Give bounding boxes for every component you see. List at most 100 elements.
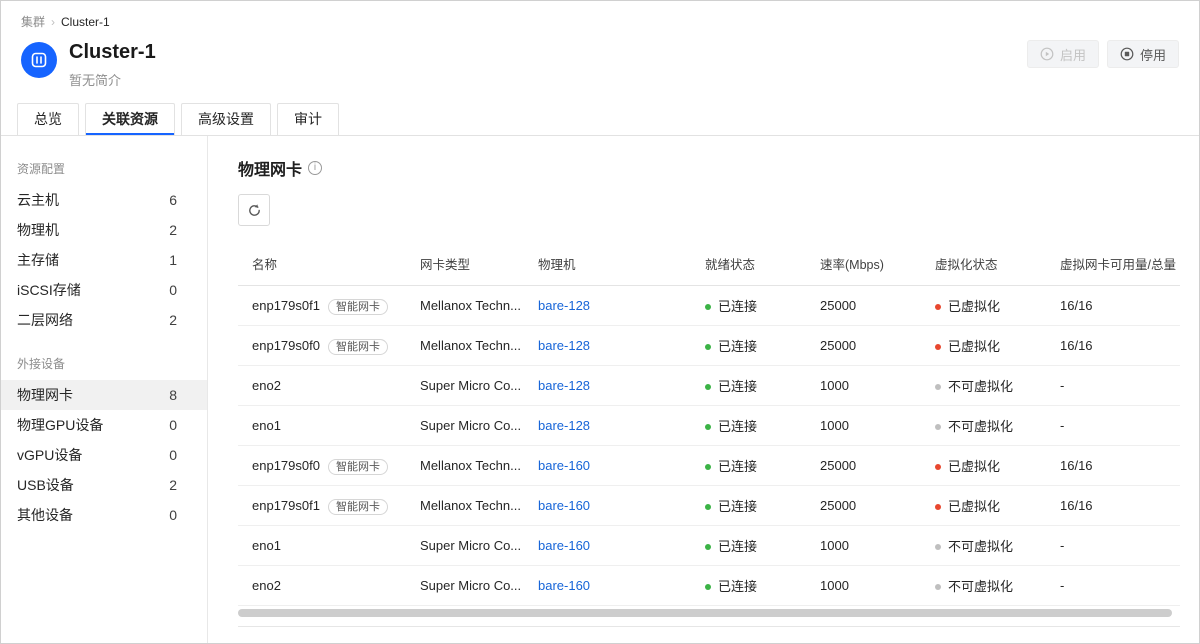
enable-button[interactable]: 启用 xyxy=(1027,40,1099,68)
sidebar-item-host[interactable]: 物理机 2 xyxy=(1,215,207,245)
nic-type: Mellanox Techn... xyxy=(406,286,524,326)
host-cell: bare-128 xyxy=(524,366,691,406)
host-link[interactable]: bare-160 xyxy=(538,498,590,513)
sidebar-item-usb[interactable]: USB设备 2 xyxy=(1,470,207,500)
content-area: 资源配置 云主机 6 物理机 2 主存储 1 iSCSI存储 0 二层网络 2 … xyxy=(1,136,1199,644)
disable-button[interactable]: 停用 xyxy=(1107,40,1179,68)
ready-status-cell: 已连接 xyxy=(691,286,806,326)
virt-status-dot xyxy=(935,424,941,430)
nic-name: enp179s0f1 xyxy=(252,298,320,313)
nic-speed: 1000 xyxy=(806,366,921,406)
nic-type: Super Micro Co... xyxy=(406,526,524,566)
sidebar-item-physical-gpu[interactable]: 物理GPU设备 0 xyxy=(1,410,207,440)
host-cell: bare-128 xyxy=(524,406,691,446)
ready-status-cell: 已连接 xyxy=(691,526,806,566)
main-title-row: 物理网卡 i xyxy=(238,156,1180,180)
virt-status-cell: 已虚拟化 xyxy=(921,486,1046,526)
table-row[interactable]: eno2 Super Micro Co... bare-160 已连接 1000… xyxy=(238,566,1180,606)
nic-name-cell: eno1 xyxy=(238,526,406,566)
table-row[interactable]: eno1 Super Micro Co... bare-128 已连接 1000… xyxy=(238,406,1180,446)
sidebar-item-count: 2 xyxy=(169,476,177,494)
sidebar-item-l2-network[interactable]: 二层网络 2 xyxy=(1,305,207,335)
sidebar-item-primary-storage[interactable]: 主存储 1 xyxy=(1,245,207,275)
table-row[interactable]: enp179s0f0智能网卡 Mellanox Techn... bare-16… xyxy=(238,446,1180,486)
horizontal-scrollbar[interactable] xyxy=(238,609,1172,617)
page-header: Cluster-1 暂无简介 启用 停用 xyxy=(1,30,1199,89)
breadcrumb-current: Cluster-1 xyxy=(61,15,110,29)
sidebar-item-count: 2 xyxy=(169,221,177,239)
nic-name-cell: eno2 xyxy=(238,566,406,606)
tab-bar: 总览 关联资源 高级设置 审计 xyxy=(1,103,1199,136)
ready-status-dot xyxy=(705,504,711,510)
col-header-vnic-quota: 虚拟网卡可用量/总量 xyxy=(1046,242,1180,286)
sidebar-item-count: 0 xyxy=(169,446,177,464)
ready-status-cell: 已连接 xyxy=(691,446,806,486)
table-row[interactable]: enp179s0f0智能网卡 Mellanox Techn... bare-12… xyxy=(238,326,1180,366)
nic-name: eno2 xyxy=(252,378,281,393)
breadcrumb: 集群 › Cluster-1 xyxy=(1,1,1199,30)
sidebar-item-label: 二层网络 xyxy=(17,311,73,329)
nic-type: Mellanox Techn... xyxy=(406,486,524,526)
section-title: 物理网卡 xyxy=(238,156,302,180)
host-link[interactable]: bare-128 xyxy=(538,378,590,393)
sidebar-item-count: 0 xyxy=(169,416,177,434)
host-link[interactable]: bare-128 xyxy=(538,418,590,433)
ready-status-cell: 已连接 xyxy=(691,486,806,526)
ready-status-cell: 已连接 xyxy=(691,366,806,406)
breadcrumb-clusters-link[interactable]: 集群 xyxy=(21,13,45,30)
sidebar-item-iscsi-storage[interactable]: iSCSI存储 0 xyxy=(1,275,207,305)
sidebar-item-label: 主存储 xyxy=(17,251,59,269)
vnic-quota: - xyxy=(1046,366,1180,406)
sidebar-item-vgpu[interactable]: vGPU设备 0 xyxy=(1,440,207,470)
page-subtitle: 暂无简介 xyxy=(69,70,156,89)
virt-status-dot xyxy=(935,304,941,310)
smart-nic-badge: 智能网卡 xyxy=(328,459,388,475)
sidebar-item-count: 1 xyxy=(169,251,177,269)
table-row[interactable]: eno2 Super Micro Co... bare-128 已连接 1000… xyxy=(238,366,1180,406)
refresh-button[interactable] xyxy=(238,194,270,226)
ready-status-label: 已连接 xyxy=(718,339,757,354)
smart-nic-badge: 智能网卡 xyxy=(328,299,388,315)
host-link[interactable]: bare-160 xyxy=(538,578,590,593)
nic-speed: 25000 xyxy=(806,286,921,326)
host-link[interactable]: bare-128 xyxy=(538,338,590,353)
host-link[interactable]: bare-128 xyxy=(538,298,590,313)
virt-status-label: 已虚拟化 xyxy=(948,499,1000,514)
tab-audit[interactable]: 审计 xyxy=(277,103,339,135)
vnic-quota: 16/16 xyxy=(1046,486,1180,526)
ready-status-label: 已连接 xyxy=(718,579,757,594)
smart-nic-badge: 智能网卡 xyxy=(328,339,388,355)
host-link[interactable]: bare-160 xyxy=(538,458,590,473)
virt-status-cell: 已虚拟化 xyxy=(921,326,1046,366)
host-cell: bare-160 xyxy=(524,526,691,566)
header-actions: 启用 停用 xyxy=(1027,40,1179,68)
virt-status-dot xyxy=(935,344,941,350)
sidebar-item-physical-nic[interactable]: 物理网卡 8 xyxy=(1,380,207,410)
table-row[interactable]: enp179s0f1智能网卡 Mellanox Techn... bare-16… xyxy=(238,486,1180,526)
host-link[interactable]: bare-160 xyxy=(538,538,590,553)
table-header-row: 名称 网卡类型 物理机 就绪状态 速率(Mbps) 虚拟化状态 虚拟网卡可用量/… xyxy=(238,242,1180,286)
sidebar-item-vm[interactable]: 云主机 6 xyxy=(1,185,207,215)
virt-status-dot xyxy=(935,584,941,590)
cluster-detail-window: 集群 › Cluster-1 Cluster-1 暂无简介 xyxy=(0,0,1200,644)
table-row[interactable]: enp179s0f1 智能网卡 Mellanox Techn... bare-12… xyxy=(238,286,1180,326)
sidebar-item-label: 物理机 xyxy=(17,221,59,239)
resource-sidebar: 资源配置 云主机 6 物理机 2 主存储 1 iSCSI存储 0 二层网络 2 … xyxy=(1,136,208,644)
nic-type: Super Micro Co... xyxy=(406,406,524,446)
col-header-speed: 速率(Mbps) xyxy=(806,242,921,286)
tab-related-resources[interactable]: 关联资源 xyxy=(85,103,175,135)
virt-status-label: 不可虚拟化 xyxy=(948,539,1013,554)
virt-status-cell: 不可虚拟化 xyxy=(921,566,1046,606)
sidebar-section-external-devices: 外接设备 xyxy=(1,349,207,380)
table-row[interactable]: eno1 Super Micro Co... bare-160 已连接 1000… xyxy=(238,526,1180,566)
main-panel: 物理网卡 i 名称 网卡类型 物理机 xyxy=(208,136,1200,644)
nic-speed: 1000 xyxy=(806,566,921,606)
nic-name: eno2 xyxy=(252,578,281,593)
virt-status-dot xyxy=(935,464,941,470)
virt-status-dot xyxy=(935,384,941,390)
tab-advanced-settings[interactable]: 高级设置 xyxy=(181,103,271,135)
nic-name: enp179s0f0 xyxy=(252,458,320,473)
info-icon[interactable]: i xyxy=(308,161,322,175)
tab-overview[interactable]: 总览 xyxy=(17,103,79,135)
sidebar-item-other-devices[interactable]: 其他设备 0 xyxy=(1,500,207,530)
